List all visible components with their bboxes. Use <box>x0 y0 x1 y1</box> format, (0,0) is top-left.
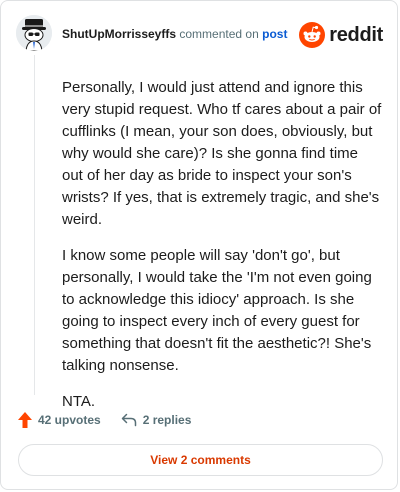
upvote-count: 42 upvotes <box>38 413 101 427</box>
post-link[interactable]: post <box>262 27 287 41</box>
reddit-brand[interactable]: reddit <box>299 21 383 49</box>
reply-arrow-icon <box>121 413 136 427</box>
comment-paragraph: Personally, I would just attend and igno… <box>62 79 382 228</box>
comment-paragraph: I know some people will say 'don't go', … <box>62 247 372 374</box>
username-link[interactable]: ShutUpMorrisseyffs <box>62 27 176 41</box>
reddit-logo-icon <box>299 22 326 48</box>
replies-button[interactable]: 2 replies <box>121 413 192 427</box>
thread-line <box>34 55 35 395</box>
comment-card: ShutUpMorrisseyffs commented on post red… <box>0 0 398 490</box>
avatar[interactable] <box>16 15 52 51</box>
brand-wordmark: reddit <box>329 23 383 46</box>
action-text: commented on <box>179 27 259 41</box>
comment-header: ShutUpMorrisseyffs commented on post red… <box>16 15 383 55</box>
reply-count: 2 replies <box>142 413 192 427</box>
snoo-avatar-icon <box>16 15 52 51</box>
upvote-arrow-icon <box>18 412 32 428</box>
view-comments-button[interactable]: View 2 comments <box>18 444 383 476</box>
comment-actions: 42 upvotes 2 replies <box>18 409 191 431</box>
upvote-button[interactable]: 42 upvotes <box>18 412 101 428</box>
comment-body: Personally, I would just attend and igno… <box>62 77 382 427</box>
comment-meta: ShutUpMorrisseyffs commented on post <box>62 27 287 41</box>
